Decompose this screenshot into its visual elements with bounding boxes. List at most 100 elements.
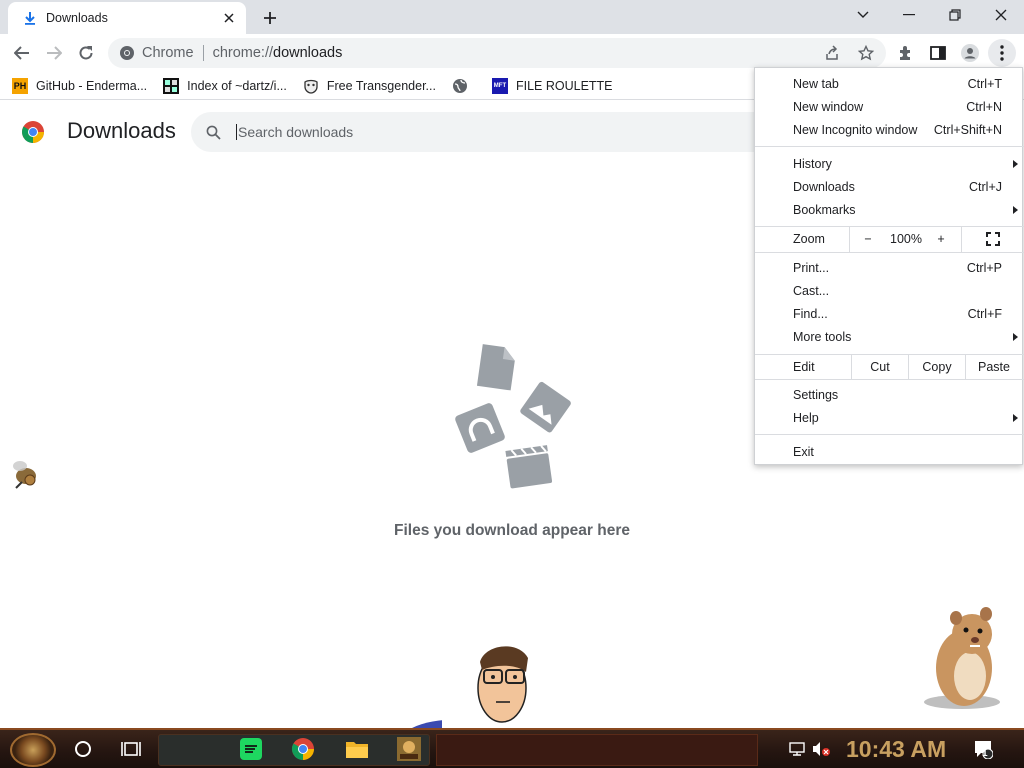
- menu-label: New window: [793, 100, 864, 114]
- profile-avatar-icon[interactable]: [956, 39, 984, 67]
- menu-new-incognito-window[interactable]: New Incognito window Ctrl+Shift+N: [755, 119, 1024, 141]
- cut-button[interactable]: Cut: [852, 355, 908, 379]
- menu-new-tab[interactable]: New tab Ctrl+T: [755, 73, 1024, 95]
- menu-label: Cast...: [793, 284, 830, 298]
- paste-button[interactable]: Paste: [966, 355, 1022, 379]
- menu-new-window[interactable]: New window Ctrl+N: [755, 96, 1024, 118]
- menu-label: Exit: [793, 445, 814, 459]
- bookmark-index-of[interactable]: Index of ~dartz/i...: [163, 77, 287, 94]
- document-icon: [476, 344, 515, 391]
- restore-button[interactable]: [932, 2, 978, 28]
- game-app-icon[interactable]: [396, 736, 422, 762]
- search-downloads-box[interactable]: [191, 112, 791, 152]
- submenu-arrow-icon: [1013, 414, 1018, 422]
- tab-strip: Downloads: [0, 0, 1024, 34]
- chrome-logo-icon: [22, 121, 44, 143]
- url-host: downloads: [273, 45, 343, 61]
- submenu-arrow-icon: [1013, 160, 1018, 168]
- task-view-icon[interactable]: [118, 736, 144, 762]
- menu-label: Find...: [793, 307, 828, 321]
- bookmark-label: GitHub - Enderma...: [36, 78, 148, 93]
- chrome-app-icon[interactable]: [290, 736, 316, 762]
- menu-find[interactable]: Find... Ctrl+F: [755, 303, 1024, 325]
- menu-label: History: [793, 157, 832, 171]
- side-panel-icon[interactable]: [924, 39, 952, 67]
- taskbar-clock[interactable]: 10:43 AM: [846, 736, 946, 763]
- menu-divider: [755, 434, 1024, 435]
- menu-history[interactable]: History: [755, 153, 1024, 175]
- mft-icon: MFT: [491, 77, 508, 94]
- menu-divider: [755, 252, 1024, 253]
- cartoon-character-icon: [412, 646, 528, 730]
- minimize-button[interactable]: [886, 2, 932, 28]
- menu-shortcut: Ctrl+J: [969, 180, 1002, 194]
- menu-divider: [755, 379, 1024, 380]
- spotify-app-icon[interactable]: [238, 736, 264, 762]
- menu-print[interactable]: Print... Ctrl+P: [755, 257, 1024, 279]
- zoom-divider: [849, 226, 850, 252]
- video-clapper-icon: [505, 445, 553, 489]
- menu-kebab-icon[interactable]: [988, 39, 1016, 67]
- share-icon[interactable]: [820, 41, 844, 65]
- extensions-icon[interactable]: [892, 39, 920, 67]
- fullscreen-button[interactable]: [977, 226, 1009, 252]
- chrome-site-icon: [118, 44, 136, 62]
- zoom-divider: [961, 226, 962, 252]
- edit-label: Edit: [793, 360, 815, 374]
- submenu-arrow-icon: [1013, 333, 1018, 341]
- bookmark-free-transgender[interactable]: Free Transgender...: [303, 78, 436, 94]
- menu-shortcut: Ctrl+Shift+N: [933, 123, 1002, 137]
- network-icon[interactable]: [784, 736, 810, 762]
- address-bar[interactable]: Chrome chrome://downloads: [108, 38, 886, 68]
- audio-icon: [455, 403, 505, 453]
- bookmark-globe[interactable]: [452, 78, 476, 94]
- page-title: Downloads: [67, 118, 176, 143]
- hamster-pet-icon: [924, 607, 1000, 709]
- close-window-button[interactable]: [978, 2, 1024, 28]
- notification-count: 1: [982, 748, 988, 759]
- globe-icon: [452, 78, 468, 94]
- menu-bookmarks[interactable]: Bookmarks: [755, 199, 1024, 221]
- taskbar: 10:43 AM 1: [0, 728, 1024, 768]
- volume-muted-icon[interactable]: [808, 736, 834, 762]
- bookmark-label: FILE ROULETTE: [515, 78, 613, 93]
- cortana-circle-icon[interactable]: [70, 736, 96, 762]
- file-explorer-icon[interactable]: [344, 736, 370, 762]
- menu-label: Bookmarks: [793, 203, 856, 217]
- menu-settings[interactable]: Settings: [755, 384, 1024, 406]
- search-icon: [204, 123, 222, 141]
- start-button[interactable]: [10, 733, 56, 767]
- forward-button[interactable]: [40, 39, 68, 67]
- back-button[interactable]: [8, 39, 36, 67]
- tab-close-icon[interactable]: [220, 9, 238, 27]
- bookmark-file-roulette[interactable]: MFT FILE ROULETTE: [491, 77, 613, 94]
- taskbar-decoration: [436, 734, 758, 766]
- zoom-in-button[interactable]: +: [929, 226, 953, 252]
- menu-shortcut: Ctrl+P: [966, 261, 1002, 275]
- menu-more-tools[interactable]: More tools: [755, 326, 1024, 348]
- menu-help[interactable]: Help: [755, 407, 1024, 429]
- menu-downloads[interactable]: Downloads Ctrl+J: [755, 176, 1024, 198]
- url-text: chrome://downloads: [213, 45, 343, 61]
- bookmark-label: Index of ~dartz/i...: [187, 78, 287, 93]
- menu-label: Help: [793, 411, 819, 425]
- menu-cast[interactable]: Cast...: [755, 280, 1024, 302]
- empty-downloads-illustration: [455, 344, 571, 489]
- fullscreen-icon: [986, 232, 1000, 246]
- mask-icon: [303, 78, 319, 94]
- ph-icon: PH: [12, 77, 28, 94]
- tab-downloads[interactable]: Downloads: [8, 2, 246, 34]
- bookmark-github[interactable]: PH GitHub - Enderma...: [12, 77, 148, 94]
- reload-button[interactable]: [72, 39, 100, 67]
- bookmark-star-icon[interactable]: [854, 41, 878, 65]
- zoom-label: Zoom: [793, 232, 825, 246]
- tab-search-button[interactable]: [840, 2, 886, 28]
- copy-button[interactable]: Copy: [909, 355, 965, 379]
- search-input[interactable]: [236, 124, 736, 140]
- menu-shortcut: Ctrl+N: [966, 100, 1002, 114]
- zoom-level: 100%: [890, 232, 922, 246]
- chrome-menu: New tab Ctrl+T New window Ctrl+N New Inc…: [754, 67, 1024, 465]
- new-tab-button[interactable]: [258, 6, 282, 30]
- zoom-out-button[interactable]: −: [855, 226, 881, 252]
- menu-exit[interactable]: Exit: [755, 441, 1024, 463]
